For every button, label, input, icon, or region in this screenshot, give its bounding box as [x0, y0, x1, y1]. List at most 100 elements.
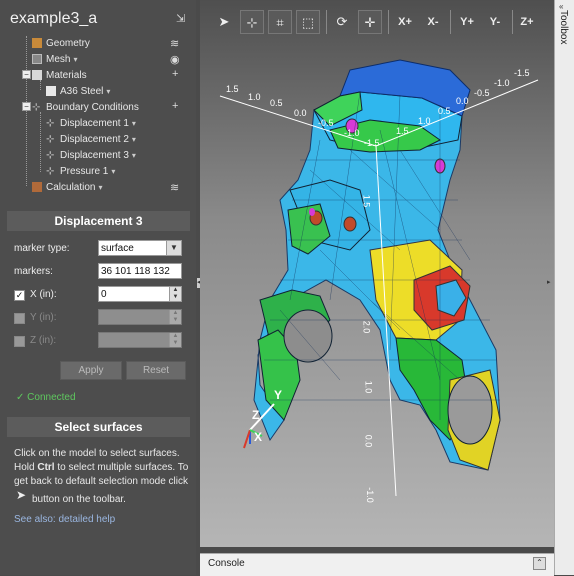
tree-item-label: Calculation: [46, 182, 96, 193]
detailed-help-link[interactable]: See also: detailed help: [14, 514, 115, 525]
eye-icon[interactable]: ◉: [170, 53, 180, 66]
x-value: 0: [101, 289, 107, 300]
material-icon: [46, 86, 56, 96]
calculation-icon: [32, 182, 42, 192]
tick-label: -0.5: [474, 88, 490, 98]
help-line-1: Click on the model to select surfaces.: [14, 448, 180, 459]
spin-icon[interactable]: ▲ ▼: [169, 287, 181, 301]
materials-icon: [32, 70, 42, 80]
rotate-icon[interactable]: ⟳: [330, 10, 354, 34]
tick-label: 0.0: [294, 108, 307, 118]
apply-button[interactable]: Apply: [60, 361, 122, 380]
collapse-right-icon[interactable]: ▸: [547, 278, 552, 288]
tree-item-label: Geometry: [46, 38, 90, 49]
view-zplus-button[interactable]: Z+: [514, 10, 540, 34]
collapse-icon[interactable]: −: [22, 70, 31, 79]
tree-item-label: Displacement 2: [60, 134, 129, 145]
tick-label: 0.0: [363, 434, 374, 448]
x-checkbox[interactable]: ✓: [14, 290, 25, 301]
geometry-icon: [32, 38, 42, 48]
axis-triad: [243, 403, 275, 449]
pan-icon[interactable]: ✛: [358, 10, 382, 34]
tick-label: 0.5: [438, 106, 451, 116]
chevron-down-icon[interactable]: ▾: [73, 55, 77, 64]
plus-icon[interactable]: +: [172, 68, 178, 80]
y-checkbox[interactable]: [14, 313, 25, 324]
tick-label: 1.5: [396, 126, 409, 136]
chevron-down-icon[interactable]: ▾: [132, 135, 136, 144]
view-yminus-button[interactable]: Y-: [482, 10, 508, 34]
tree-item-label: Displacement 3: [60, 150, 129, 161]
help-line-2: Hold Ctrl to select multiple surfaces. T…: [14, 462, 189, 473]
select-volume-icon[interactable]: ⬚: [296, 10, 320, 34]
connection-status: ✓ Connected: [16, 392, 76, 403]
z-input[interactable]: ▲ ▼: [98, 332, 182, 348]
select-node-icon[interactable]: ⊹: [240, 10, 264, 34]
axis-y-label: Y: [274, 388, 283, 402]
z-checkbox[interactable]: [14, 336, 25, 347]
y-input[interactable]: ▲ ▼: [98, 309, 182, 325]
3d-viewport[interactable]: 1.5 1.0 0.5 0.0 -0.5 -1.0 -1.5 1.5 1.0 0…: [200, 0, 554, 547]
chevron-down-icon[interactable]: ▾: [98, 183, 102, 192]
view-icon[interactable]: ≋: [170, 181, 179, 194]
toolbox-label: Toolbox: [558, 10, 569, 45]
tree-item-displacement-3[interactable]: ⊹ Displacement 3 ▾: [46, 148, 184, 164]
tree-item-displacement-2[interactable]: ⊹ Displacement 2 ▾: [46, 132, 184, 148]
marker-type-select[interactable]: surface ▼: [98, 240, 182, 256]
expand-icon[interactable]: ⌃: [533, 557, 546, 570]
markers-input[interactable]: 36 101 118 132: [98, 263, 182, 279]
spin-icon: ▲ ▼: [169, 310, 181, 324]
view-yplus-button[interactable]: Y+: [454, 10, 480, 34]
axis-z-label: Z: [252, 408, 260, 422]
select-surface-icon[interactable]: ⌗: [268, 10, 292, 34]
tick-label: 1.0: [418, 116, 431, 126]
panel-title: Displacement 3: [7, 211, 190, 231]
view-icon[interactable]: ≋: [170, 37, 179, 50]
chevron-down-icon[interactable]: ▾: [132, 151, 136, 160]
tick-label: -1.5: [514, 68, 530, 78]
console-label: Console: [208, 558, 245, 569]
tree-item-calculation[interactable]: Calculation ▾ ≋: [32, 180, 184, 196]
markers-label: markers:: [14, 266, 53, 277]
console-panel[interactable]: Console ⌃: [200, 553, 554, 576]
tree-item-boundary-conditions[interactable]: ⊹ Boundary Conditions +: [32, 100, 184, 116]
tick-label: -1.0: [494, 78, 510, 88]
tick-label: -1.5: [364, 138, 380, 148]
view-toolbar: ➤ ⊹ ⌗ ⬚ ⟳ ✛ X+ X- Y+ Y- Z+: [206, 8, 546, 38]
tick-label: 1.5: [226, 84, 239, 94]
view-xplus-button[interactable]: X+: [392, 10, 418, 34]
project-title: example3_a: [10, 10, 98, 27]
toolbox-panel[interactable]: « Toolbox: [554, 0, 574, 575]
tick-label: -0.5: [318, 118, 334, 128]
check-icon: ✓: [16, 392, 25, 403]
collapse-icon[interactable]: −: [22, 102, 31, 111]
displacement-icon: ⊹: [46, 134, 55, 145]
tree-item-geometry[interactable]: Geometry ≋: [32, 36, 184, 52]
chevron-down-icon[interactable]: ▾: [111, 167, 115, 176]
marker-type-label: marker type:: [14, 243, 70, 254]
x-input[interactable]: 0 ▲ ▼: [98, 286, 182, 302]
marker-type-value: surface: [101, 243, 134, 254]
tree-item-pressure-1[interactable]: ⊹ Pressure 1 ▾: [46, 164, 184, 180]
tree-item-displacement-1[interactable]: ⊹ Displacement 1 ▾: [46, 116, 184, 132]
tree-item-mesh[interactable]: Mesh ▾ ◉: [32, 52, 184, 68]
select-pointer-icon[interactable]: ➤: [212, 10, 236, 34]
tree-item-label: A36 Steel: [60, 86, 104, 97]
tree-item-materials[interactable]: Materials +: [32, 68, 184, 84]
view-xminus-button[interactable]: X-: [420, 10, 446, 34]
tick-label: 1.0: [248, 92, 261, 102]
tree-item-label: Mesh: [46, 54, 71, 65]
tick-label: 1.5: [361, 194, 372, 208]
plus-icon[interactable]: +: [172, 100, 178, 112]
reset-button[interactable]: Reset: [126, 361, 186, 380]
chevron-down-icon[interactable]: ▾: [106, 87, 110, 96]
mesh-model[interactable]: [253, 59, 501, 471]
tree-item-a36-steel[interactable]: A36 Steel ▾: [46, 84, 184, 100]
tree-item-label: Materials: [46, 70, 87, 81]
connection-status-label: Connected: [27, 392, 76, 403]
chevron-down-icon[interactable]: ▼: [166, 241, 181, 255]
export-icon[interactable]: ⇲: [176, 12, 188, 25]
markers-value: 36 101 118 132: [101, 266, 170, 277]
chevron-down-icon[interactable]: ▾: [132, 119, 136, 128]
tree-item-label: Pressure 1: [60, 166, 109, 177]
